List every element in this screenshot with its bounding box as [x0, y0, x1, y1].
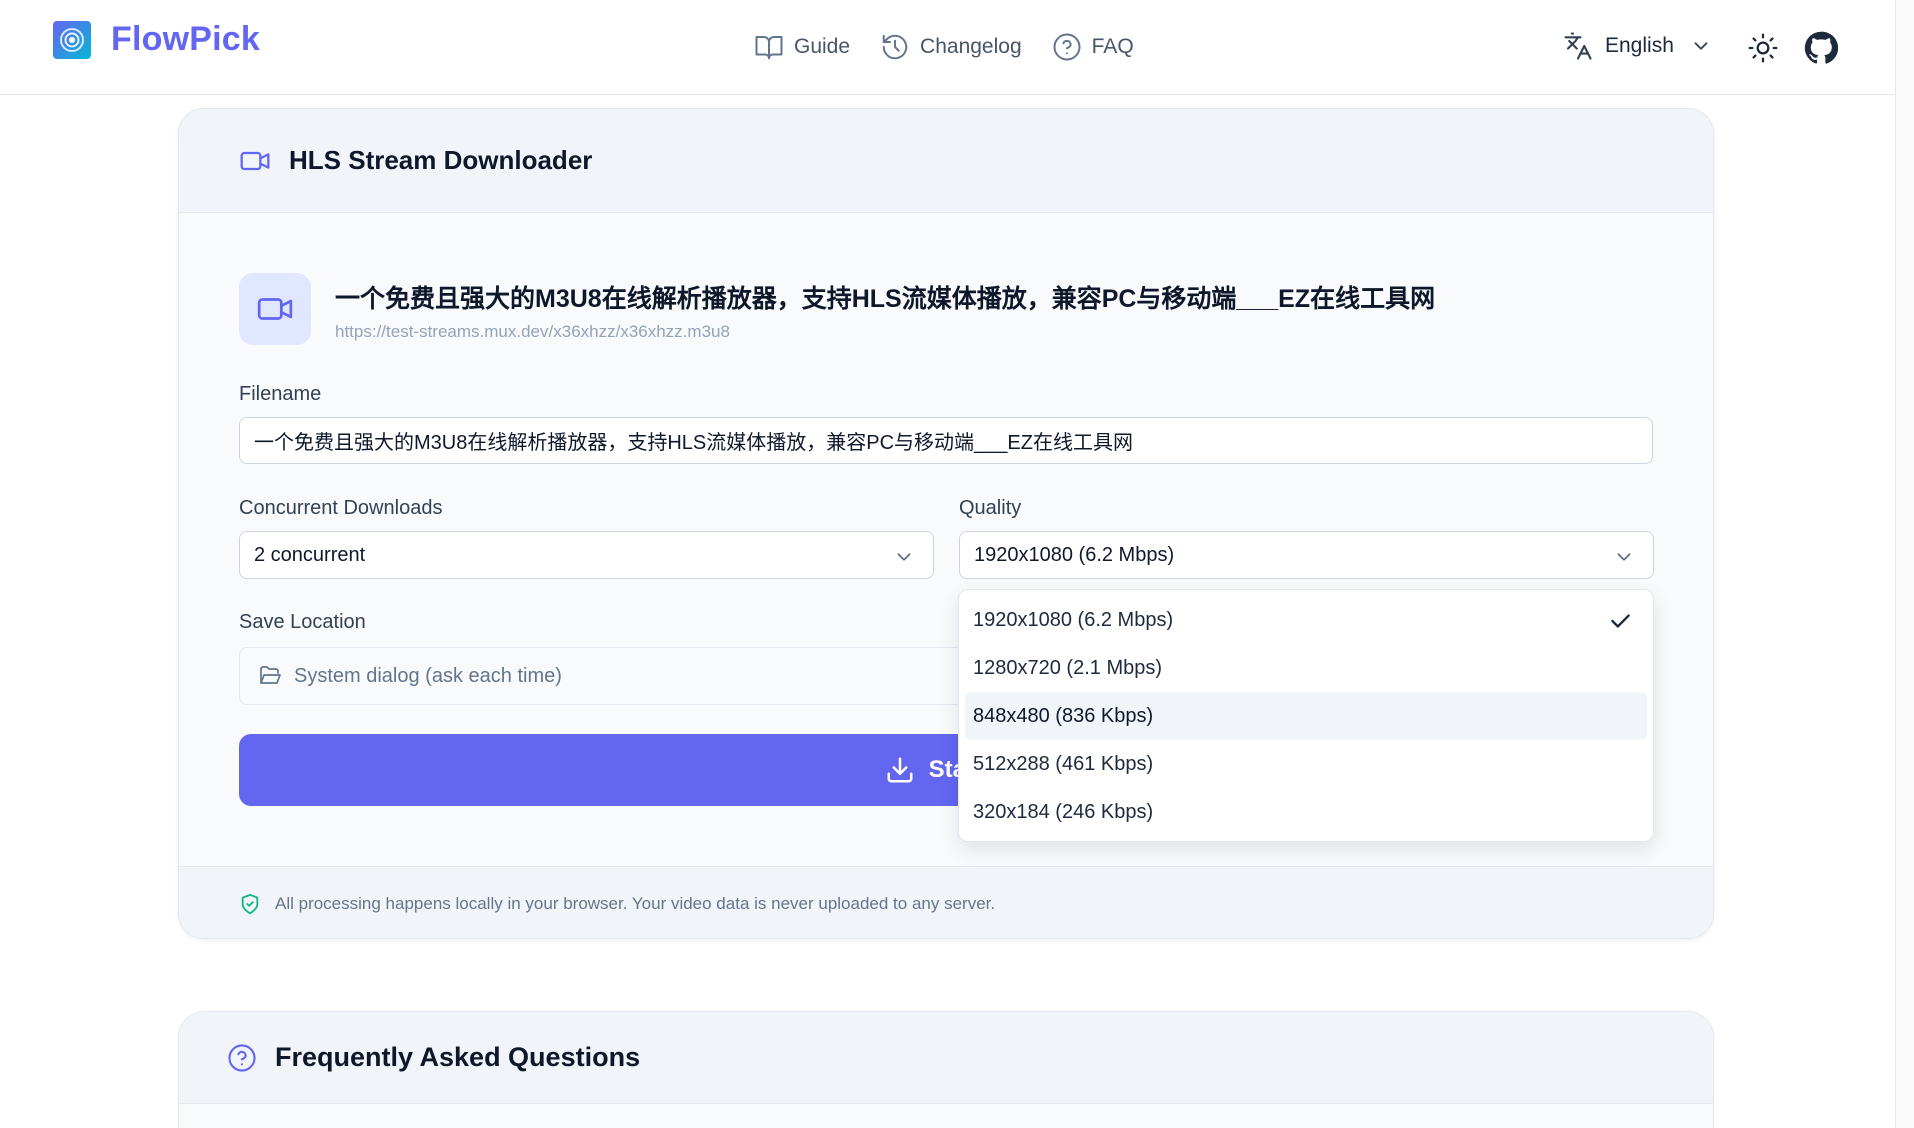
help-circle-icon — [1053, 33, 1081, 61]
quality-option[interactable]: 1920x1080 (6.2 Mbps) — [965, 596, 1647, 644]
flowpick-logo-icon[interactable] — [53, 21, 91, 59]
nav-changelog[interactable]: Changelog — [880, 32, 1022, 62]
faq-title: Frequently Asked Questions — [275, 1042, 641, 1072]
quality-option-label: 512x288 (461 Kbps) — [973, 752, 1154, 775]
check-icon — [1611, 614, 1630, 628]
quality-option[interactable]: 512x288 (461 Kbps) — [965, 740, 1647, 788]
quality-option-label: 848x480 (836 Kbps) — [973, 704, 1154, 727]
concurrent-downloads-label: Concurrent Downloads — [239, 497, 443, 519]
faq-header[interactable]: Frequently Asked Questions — [179, 1012, 1713, 1104]
nav-guide-label: Guide — [794, 35, 851, 58]
top-navigation-bar: FlowPick Guide Changelog FAQ English — [0, 0, 1895, 95]
quality-label: Quality — [959, 497, 1022, 519]
quality-option-label: 1920x1080 (6.2 Mbps) — [973, 608, 1174, 631]
concurrent-downloads-select[interactable]: 2 concurrent — [239, 531, 934, 579]
translate-icon — [1564, 32, 1592, 60]
quality-value: 1920x1080 (6.2 Mbps) — [974, 543, 1175, 566]
sun-icon[interactable] — [1747, 32, 1779, 64]
privacy-note: All processing happens locally in your b… — [275, 893, 996, 913]
quality-option[interactable]: 1280x720 (2.1 Mbps) — [965, 644, 1647, 692]
quality-option-label: 320x184 (246 Kbps) — [973, 800, 1154, 823]
nav-faq-label: FAQ — [1091, 35, 1134, 58]
video-camera-icon — [240, 151, 270, 170]
help-circle-icon — [228, 1043, 256, 1072]
save-location-label: Save Location — [239, 611, 366, 633]
language-selector[interactable]: English — [1563, 31, 1712, 61]
history-icon — [882, 34, 908, 60]
chevron-down-icon — [897, 553, 911, 561]
save-location-value: System dialog (ask each time) — [294, 664, 562, 687]
filename-input[interactable]: 一个免费且强大的M3U8在线解析播放器，支持HLS流媒体播放，兼容PC与移动端_… — [239, 417, 1653, 464]
github-icon[interactable] — [1804, 31, 1838, 65]
card-header: HLS Stream Downloader — [179, 109, 1713, 213]
quality-dropdown-menu: 1920x1080 (6.2 Mbps) 1280x720 (2.1 Mbps)… — [958, 589, 1654, 842]
folder-open-icon — [260, 666, 281, 684]
filename-label: Filename — [239, 383, 322, 405]
brand-name[interactable]: FlowPick — [111, 20, 260, 59]
nav-faq[interactable]: FAQ — [1052, 32, 1134, 62]
book-icon — [755, 36, 783, 60]
main-nav: Guide Changelog FAQ — [754, 32, 1134, 62]
shield-check-icon — [241, 893, 259, 914]
nav-changelog-label: Changelog — [920, 35, 1022, 58]
download-icon — [887, 757, 913, 783]
media-thumbnail — [239, 273, 311, 345]
chevron-down-icon — [1617, 553, 1631, 561]
quality-option[interactable]: 848x480 (836 Kbps) — [965, 692, 1647, 740]
quality-option-label: 1280x720 (2.1 Mbps) — [973, 656, 1163, 679]
privacy-footer: All processing happens locally in your b… — [179, 866, 1713, 938]
quality-select[interactable]: 1920x1080 (6.2 Mbps) — [959, 531, 1654, 579]
quality-option[interactable]: 320x184 (246 Kbps) — [965, 788, 1647, 836]
faq-card: Frequently Asked Questions — [178, 1011, 1714, 1128]
page-scrollbar[interactable] — [1895, 0, 1914, 1128]
language-label: English — [1605, 34, 1674, 57]
media-url: https://test-streams.mux.dev/x36xhzz/x36… — [335, 322, 730, 341]
concurrent-downloads-value: 2 concurrent — [254, 543, 366, 566]
nav-guide[interactable]: Guide — [754, 32, 850, 62]
video-camera-icon — [257, 298, 293, 320]
media-title: 一个免费且强大的M3U8在线解析播放器，支持HLS流媒体播放，兼容PC与移动端_… — [335, 285, 1436, 313]
card-title: HLS Stream Downloader — [289, 145, 593, 175]
chevron-down-icon — [1694, 42, 1708, 50]
filename-value: 一个免费且强大的M3U8在线解析播放器，支持HLS流媒体播放，兼容PC与移动端_… — [254, 432, 1133, 454]
